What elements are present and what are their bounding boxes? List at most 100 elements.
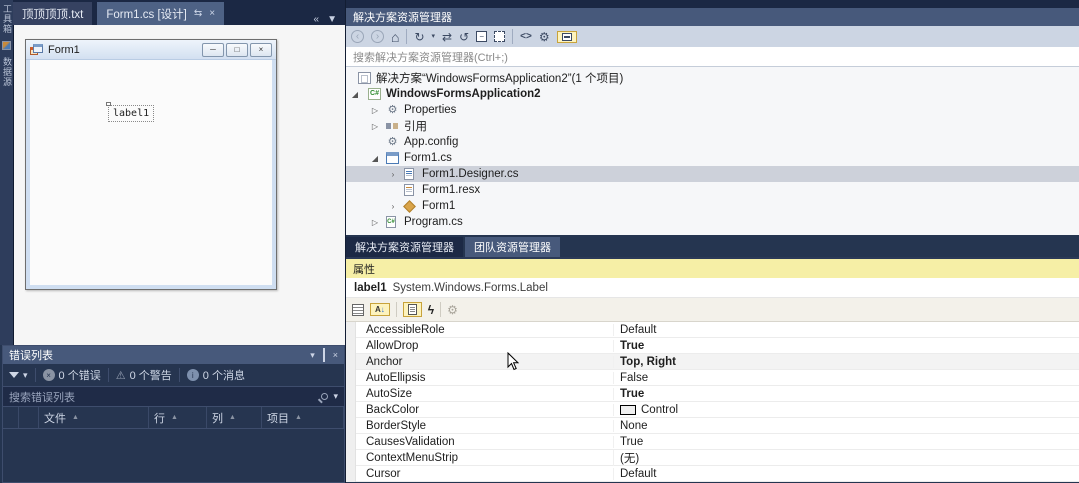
error-circle-icon: × — [42, 369, 55, 381]
property-row[interactable]: Cursor Default — [346, 466, 1079, 482]
filter-dropdown-icon[interactable]: ▾ — [23, 370, 28, 381]
column-header-category[interactable] — [19, 407, 39, 428]
filter-icon[interactable] — [9, 372, 19, 378]
pin-icon[interactable] — [322, 348, 325, 362]
preview-selected-items-toggle[interactable] — [556, 30, 577, 43]
divider — [440, 302, 442, 317]
property-value[interactable]: False — [613, 371, 1079, 384]
tree-item-project[interactable]: ◢ C# WindowsFormsApplication2 — [346, 86, 1079, 102]
expander-icon[interactable]: ◢ — [350, 90, 360, 99]
expander-icon[interactable]: › — [388, 170, 398, 179]
property-row[interactable]: AccessibleRole Default — [346, 322, 1079, 338]
show-all-files-icon[interactable] — [494, 31, 506, 42]
property-row-anchor[interactable]: Anchor Top, Right — [346, 354, 1079, 370]
column-header-file[interactable]: 文件 ▲ — [39, 407, 149, 428]
tab-solution-explorer[interactable]: 解决方案资源管理器 — [346, 237, 463, 257]
pending-changes-icon[interactable]: ↻ — [414, 30, 424, 44]
errors-count-button[interactable]: × 0 个错误 — [42, 367, 101, 383]
code-file-icon — [404, 168, 414, 180]
label1-selection-handle[interactable] — [106, 102, 111, 106]
property-row[interactable]: AutoSize True — [346, 386, 1079, 402]
doc-tab-form1-designer[interactable]: Form1.cs [设计] ⇆ × — [97, 2, 225, 25]
designed-form-window[interactable]: Form1 ─ □ × label1 — [25, 39, 277, 290]
close-tab-icon[interactable]: × — [209, 8, 215, 19]
form-minimize-button[interactable]: ─ — [202, 42, 224, 57]
refresh-icon[interactable]: ↺ — [459, 30, 469, 44]
sync-with-active-document-icon[interactable]: ⇄ — [442, 30, 452, 44]
property-row[interactable]: BorderStyle None — [346, 418, 1079, 434]
property-name: Cursor — [366, 467, 401, 480]
tab-team-explorer[interactable]: 团队资源管理器 — [465, 237, 560, 257]
property-value[interactable]: True — [613, 387, 1079, 400]
property-row[interactable]: ContextMenuStrip (无) — [346, 449, 1079, 466]
property-name: BorderStyle — [366, 419, 427, 432]
form-client-area[interactable]: label1 — [30, 60, 272, 285]
alphabetical-view-toggle[interactable]: A↓ — [370, 303, 390, 316]
properties-title-bar: 属性 — [346, 259, 1079, 278]
property-row[interactable]: AllowDrop True — [346, 338, 1079, 354]
home-icon[interactable]: ⌂ — [391, 30, 399, 44]
tree-item-label: Form1.cs — [404, 152, 452, 164]
property-value[interactable]: Control — [613, 403, 1079, 416]
info-circle-icon: i — [186, 369, 199, 381]
property-name: CausesValidation — [366, 435, 455, 448]
error-list-title-bar: 错误列表 ▾ × — [3, 346, 344, 364]
column-header-project[interactable]: 项目 ▲ — [262, 407, 344, 428]
tree-item-solution[interactable]: 解决方案“WindowsFormsApplication2”(1 个项目) — [346, 70, 1079, 86]
property-row[interactable]: AutoEllipsis False — [346, 370, 1079, 386]
tree-item-form1-designer[interactable]: › Form1.Designer.cs — [346, 166, 1079, 182]
property-value-text: Control — [641, 403, 679, 416]
tree-item-properties[interactable]: ▷ ⚙ Properties — [346, 102, 1079, 118]
form-close-button[interactable]: × — [250, 42, 272, 57]
expander-icon[interactable]: ▷ — [370, 106, 380, 115]
property-value[interactable]: Default — [613, 467, 1079, 480]
tree-item-form1-class[interactable]: › Form1 — [346, 198, 1079, 214]
back-icon[interactable]: ‹ — [351, 30, 364, 43]
property-value[interactable]: Default — [613, 323, 1079, 336]
properties-object-selector[interactable]: label1 System.Windows.Forms.Label — [346, 278, 1079, 298]
warnings-count-button[interactable]: ⚠ 0 个警告 — [116, 367, 172, 383]
error-list-search-input[interactable]: 搜索错误列表 ▾ — [3, 387, 344, 407]
expander-icon[interactable]: ▷ — [370, 122, 380, 131]
property-value[interactable]: (无) — [613, 449, 1079, 466]
events-lightning-icon[interactable]: ϟ — [428, 303, 434, 317]
column-header-blank[interactable] — [3, 407, 19, 428]
property-value[interactable]: Top, Right — [613, 355, 1079, 368]
tree-item-form1-resx[interactable]: Form1.resx — [346, 182, 1079, 198]
tree-item-references[interactable]: ▷ 引用 — [346, 118, 1079, 134]
tree-item-appconfig[interactable]: ⚙ App.config — [346, 134, 1079, 150]
properties-view-toggle[interactable] — [402, 302, 422, 317]
label1-control[interactable]: label1 — [106, 102, 155, 122]
solution-explorer-search-input[interactable]: 搜索解决方案资源管理器(Ctrl+;) — [346, 47, 1079, 67]
property-value[interactable]: None — [613, 419, 1079, 432]
view-code-icon[interactable]: <> — [520, 30, 532, 44]
tree-item-programcs[interactable]: ▷ C# Program.cs — [346, 214, 1079, 230]
toolbox-icon — [2, 41, 11, 50]
categorized-view-icon[interactable] — [352, 303, 364, 316]
close-icon[interactable]: × — [333, 350, 338, 360]
doc-tab-txt[interactable]: 顶顶顶顶.txt — [13, 2, 93, 25]
form-maximize-button[interactable]: □ — [226, 42, 248, 57]
column-header-line[interactable]: 行 ▲ — [149, 407, 207, 428]
search-dropdown-icon[interactable]: ▾ — [333, 391, 338, 402]
expander-icon[interactable]: ▷ — [370, 218, 380, 227]
property-value[interactable]: True — [613, 339, 1079, 352]
property-pages-wrench-icon[interactable]: ⚙ — [447, 303, 458, 317]
properties-wrench-icon[interactable]: ⚙ — [539, 30, 550, 44]
property-grid-gutter — [346, 322, 356, 482]
property-row[interactable]: CausesValidation True — [346, 434, 1079, 450]
collapse-all-icon[interactable]: − — [476, 31, 488, 42]
tab-overflow-icon[interactable]: « — [314, 14, 320, 25]
window-menu-icon[interactable]: ▾ — [310, 350, 315, 361]
expander-icon[interactable]: › — [388, 202, 398, 211]
chevron-down-icon[interactable]: ▾ — [432, 30, 436, 44]
expander-icon[interactable]: ◢ — [370, 154, 380, 163]
messages-count-button[interactable]: i 0 个消息 — [186, 367, 245, 383]
tab-menu-icon[interactable]: ▼ — [327, 14, 337, 25]
property-row-backcolor[interactable]: BackColor Control — [346, 402, 1079, 418]
column-header-col[interactable]: 列 ▲ — [207, 407, 262, 428]
forward-icon[interactable]: › — [371, 30, 384, 43]
promote-tab-icon[interactable]: ⇆ — [194, 8, 202, 19]
property-value[interactable]: True — [613, 435, 1079, 448]
tree-item-form1cs[interactable]: ◢ Form1.cs — [346, 150, 1079, 166]
